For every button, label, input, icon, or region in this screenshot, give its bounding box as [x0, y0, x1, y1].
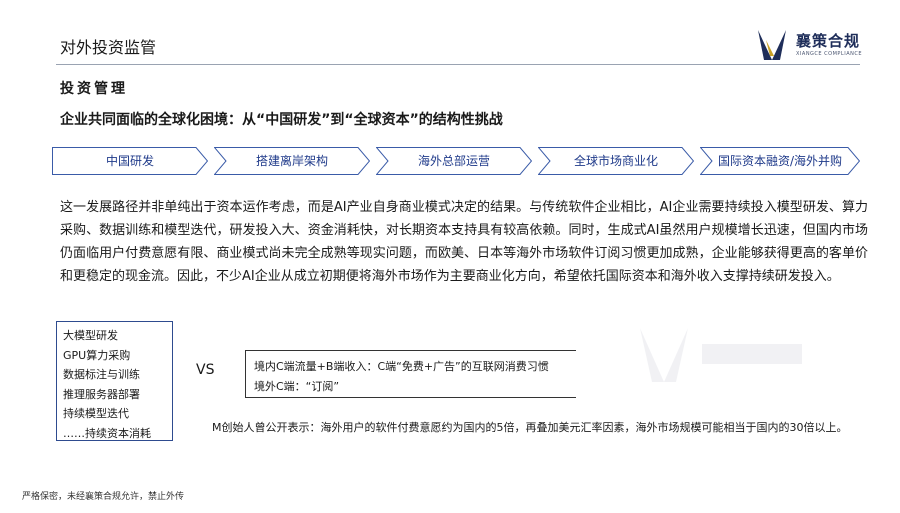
- cost-list-box: 大模型研发 GPU算力采购 数据标注与训练 推理服务器部署 持续模型迭代 ……持…: [56, 321, 173, 441]
- flow-step-label: 海外总部运营: [417, 154, 490, 168]
- logo-mark-icon: [758, 30, 786, 60]
- flow-step-label: 中国研发: [105, 154, 154, 168]
- founder-quote: M创始人曾公开表示：海外用户的软件付费意愿约为国内的5倍，再叠加美元汇率因素，海…: [212, 421, 848, 434]
- list-item: ……持续资本消耗: [63, 426, 151, 440]
- flow-step: 搭建离岸架构: [214, 147, 370, 175]
- list-item: 大模型研发: [63, 329, 118, 342]
- revenue-line-domestic: 境内C端流量+B端收入：C端“免费+广告”的互联网消费习惯: [254, 360, 549, 373]
- section-title: 投资管理: [60, 81, 128, 97]
- flow-step: 全球市场商业化: [538, 147, 694, 175]
- list-item: 推理服务器部署: [63, 387, 140, 401]
- body-paragraph: 这一发展路径并非单纯出于资本运作考虑，而是AI产业自身商业模式决定的结果。与传统…: [60, 200, 868, 284]
- flow-step-label: 国际资本融资/海外并购: [717, 154, 843, 168]
- main-heading: 企业共同面临的全球化困境：从“中国研发”到“全球资本”的结构性挑战: [60, 112, 503, 128]
- list-item: GPU算力采购: [63, 348, 131, 362]
- confidentiality-footer: 严格保密，未经襄策合规允许，禁止外传: [22, 492, 185, 502]
- flow-step: 国际资本融资/海外并购: [700, 147, 860, 175]
- flow-step: 中国研发: [52, 147, 208, 175]
- brand-logo: 襄策合规 XIANGCE COMPLIANCE: [752, 26, 862, 64]
- vs-label: VS: [196, 362, 215, 378]
- header-divider: [56, 64, 860, 65]
- list-item: 数据标注与训练: [63, 368, 140, 381]
- page-header-title: 对外投资监管: [60, 38, 157, 57]
- list-item: 持续模型迭代: [63, 407, 129, 420]
- logo-name: 襄策合规: [796, 32, 861, 50]
- flow-step-label: 搭建离岸架构: [255, 154, 328, 168]
- process-flow: 中国研发 搭建离岸架构 海外总部运营 全球市场商业化 国际资本融资/海外并购: [52, 147, 862, 175]
- watermark-logo-icon: [640, 328, 802, 382]
- flow-step-label: 全球市场商业化: [573, 154, 658, 168]
- flow-step: 海外总部运营: [376, 147, 532, 175]
- revenue-line-overseas: 境外C端：“订阅”: [254, 380, 340, 393]
- logo-subtitle: XIANGCE COMPLIANCE: [796, 51, 863, 57]
